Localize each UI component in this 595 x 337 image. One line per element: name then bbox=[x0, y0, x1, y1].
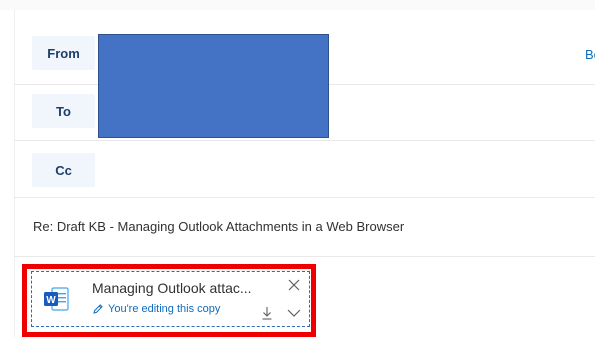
highlight-annotation bbox=[22, 264, 316, 337]
from-button[interactable]: From bbox=[32, 36, 95, 70]
redacted-recipients bbox=[98, 34, 329, 138]
to-button[interactable]: To bbox=[32, 94, 95, 128]
to-divider bbox=[14, 140, 595, 141]
bcc-link[interactable]: Bcc bbox=[585, 47, 595, 62]
cc-button[interactable]: Cc bbox=[32, 153, 95, 187]
subject-divider bbox=[14, 256, 595, 257]
compose-window: From Bcc To Cc Re: Draft KB - Managing O… bbox=[0, 0, 595, 337]
subject-field[interactable]: Re: Draft KB - Managing Outlook Attachme… bbox=[33, 219, 404, 234]
top-band bbox=[0, 0, 595, 10]
cc-divider bbox=[14, 197, 595, 198]
